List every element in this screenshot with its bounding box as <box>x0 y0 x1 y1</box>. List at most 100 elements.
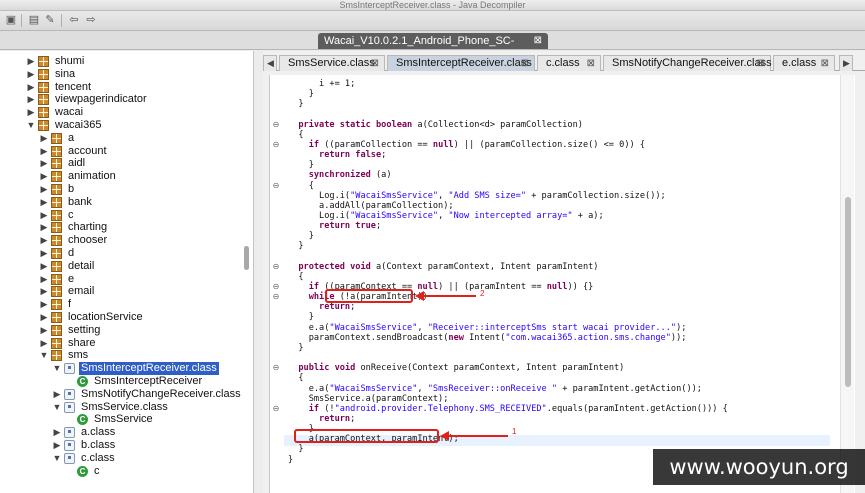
collapsed-arrow-icon[interactable]: ▶ <box>39 196 49 209</box>
tree-node-label: c <box>68 208 74 221</box>
class-file-icon <box>64 363 75 375</box>
close-icon[interactable]: ⊠ <box>757 56 765 71</box>
vertical-scrollbar[interactable] <box>840 75 854 493</box>
collapsed-arrow-icon[interactable]: ▶ <box>39 285 49 298</box>
fold-toggle-icon[interactable]: ⊖ <box>271 282 281 292</box>
fold-toggle-icon[interactable]: ⊖ <box>271 140 281 150</box>
code-line: e.a("WacaiSmsService", "Receiver::interc… <box>288 322 687 333</box>
toolbar: ▣ ▤ ✎ ⇦ ⇨ <box>0 11 865 31</box>
package-icon <box>51 248 62 259</box>
collapsed-arrow-icon[interactable]: ▶ <box>39 234 49 247</box>
tab-c-class[interactable]: c.class ⊠ <box>537 55 601 71</box>
tab-label: SmsService.class <box>288 57 375 69</box>
code-line: } <box>288 342 304 353</box>
search-icon[interactable]: ✎ <box>43 14 57 27</box>
collapsed-arrow-icon[interactable]: ▶ <box>39 157 49 170</box>
collapsed-arrow-icon[interactable]: ▶ <box>39 145 49 158</box>
collapsed-arrow-icon[interactable]: ▶ <box>39 273 49 286</box>
expanded-arrow-icon[interactable]: ▼ <box>52 452 62 465</box>
tree-node-label: SmsInterceptReceiver.class <box>79 362 219 376</box>
class-file-icon <box>64 388 75 400</box>
package-icon <box>51 260 62 272</box>
collapsed-arrow-icon[interactable]: ▶ <box>39 260 49 273</box>
collapsed-arrow-icon[interactable]: ▶ <box>52 426 62 439</box>
code-line: } <box>288 99 304 110</box>
collapsed-arrow-icon[interactable]: ▶ <box>26 93 36 106</box>
collapsed-arrow-icon[interactable]: ▶ <box>52 439 62 452</box>
collapsed-arrow-icon[interactable]: ▶ <box>26 68 36 81</box>
code-line: { <box>288 373 304 384</box>
package-icon <box>51 196 62 208</box>
code-line: { <box>288 129 304 140</box>
fold-toggle-icon[interactable]: ⊖ <box>271 363 281 373</box>
collapsed-arrow-icon[interactable]: ▶ <box>39 247 49 260</box>
scrollbar-thumb[interactable] <box>845 197 851 387</box>
open-type-icon[interactable]: ▤ <box>27 14 41 27</box>
package-tree: ▶ shumi ▶ sina ▶ tencent ▶ viewpagerindicator ▶ w… <box>0 51 254 493</box>
package-icon <box>38 56 49 67</box>
arrow-head-icon <box>440 431 449 441</box>
expanded-arrow-icon[interactable]: ▼ <box>26 119 36 132</box>
annotation-arrow-1 <box>447 435 508 437</box>
tree-node-label: detail <box>68 259 95 272</box>
toolbar-divider <box>61 14 62 27</box>
close-icon[interactable]: ⊠ <box>821 56 829 71</box>
collapsed-arrow-icon[interactable]: ▶ <box>39 337 49 350</box>
tree-scrollbar[interactable] <box>244 246 249 270</box>
close-icon[interactable]: ⊠ <box>587 56 595 71</box>
tab-smsservice[interactable]: SmsService.class ⊠ <box>279 55 385 71</box>
tab-smsnotifychangereceiver[interactable]: SmsNotifyChangeReceiver.class ⊠ <box>603 55 772 71</box>
tab-label: SmsNotifyChangeReceiver.class <box>612 57 772 69</box>
fold-toggle-icon[interactable]: ⊖ <box>271 120 281 130</box>
tree-node-label: setting <box>68 323 101 336</box>
back-arrow-icon[interactable]: ⇦ <box>67 14 81 27</box>
collapsed-arrow-icon[interactable]: ▶ <box>39 311 49 324</box>
close-icon[interactable]: ⊠ <box>521 56 529 71</box>
fold-toggle-icon[interactable]: ⊖ <box>271 404 281 414</box>
collapsed-arrow-icon[interactable]: ▶ <box>39 209 49 222</box>
collapsed-arrow-icon[interactable]: ▶ <box>52 388 62 401</box>
annotation-label-2: 2 <box>480 289 485 298</box>
editor-tab-bar: SmsService.class ⊠ SmsInterceptReceiver.… <box>263 55 865 71</box>
annotation-label-1: 1 <box>512 427 517 436</box>
package-icon <box>38 68 49 80</box>
code-line: return; <box>319 302 356 313</box>
tree-node-label: a.class <box>81 426 116 439</box>
annotation-box-2 <box>325 289 413 303</box>
collapsed-arrow-icon[interactable]: ▶ <box>39 183 49 196</box>
tree-node-label: c <box>94 464 100 477</box>
code-line: } <box>288 312 314 323</box>
code-view[interactable]: ⊖ ⊖ ⊖ ⊖ ⊖ ⊖ ⊖ ⊖ i += 1; } } private static bool… <box>269 75 855 493</box>
collapsed-arrow-icon[interactable]: ▶ <box>39 221 49 234</box>
code-line: Log.i("WacaiSmsService", "Now intercepte… <box>288 210 604 221</box>
forward-arrow-icon[interactable]: ⇨ <box>84 14 98 27</box>
close-icon[interactable]: ⊠ <box>371 56 379 71</box>
class-file-icon <box>64 440 75 451</box>
file-tab-bar: Wacai_V10.0.2.1_Android_Phone_SC-dex2jar… <box>0 31 865 63</box>
tab-e-class[interactable]: e.class ⊠ <box>773 55 835 71</box>
expanded-arrow-icon[interactable]: ▼ <box>52 362 62 375</box>
fold-toggle-icon[interactable]: ⊖ <box>271 262 281 272</box>
collapsed-arrow-icon[interactable]: ▶ <box>26 106 36 119</box>
file-tab[interactable]: Wacai_V10.0.2.1_Android_Phone_SC-dex2jar… <box>318 33 548 63</box>
fold-toggle-icon[interactable]: ⊖ <box>271 292 281 302</box>
code-line: paramContext.sendBroadcast(new Intent("c… <box>288 332 687 343</box>
open-folder-icon[interactable]: ▣ <box>4 14 18 27</box>
package-icon <box>51 324 62 336</box>
collapsed-arrow-icon[interactable]: ▶ <box>39 170 49 183</box>
package-icon <box>51 299 62 311</box>
tab-scroll-left-button[interactable]: ◀ <box>263 55 277 71</box>
tab-scroll-right-button[interactable]: ▶ <box>839 55 853 71</box>
tree-node-label: c.class <box>81 451 115 464</box>
collapsed-arrow-icon[interactable]: ▶ <box>39 132 49 145</box>
tab-smsinterceptreceiver[interactable]: SmsInterceptReceiver.class ⊠ <box>387 55 535 71</box>
collapsed-arrow-icon[interactable]: ▶ <box>39 324 49 337</box>
collapsed-arrow-icon[interactable]: ▶ <box>39 298 49 311</box>
collapsed-arrow-icon[interactable]: ▶ <box>26 55 36 68</box>
expanded-arrow-icon[interactable]: ▼ <box>52 401 62 414</box>
fold-toggle-icon[interactable]: ⊖ <box>271 181 281 191</box>
title-bar: SmsInterceptReceiver.class - Java Decomp… <box>0 0 865 11</box>
close-icon[interactable]: ⊠ <box>534 33 542 49</box>
collapsed-arrow-icon[interactable]: ▶ <box>26 81 36 94</box>
expanded-arrow-icon[interactable]: ▼ <box>39 349 49 362</box>
